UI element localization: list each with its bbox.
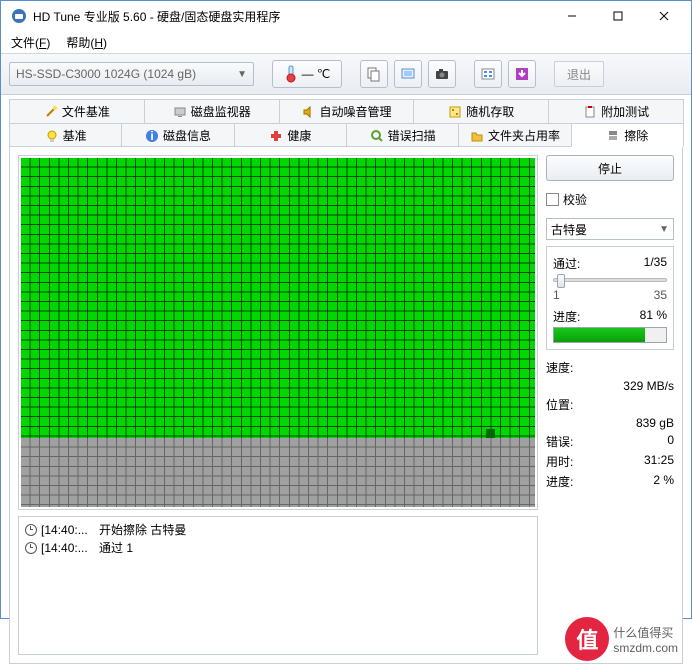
random-icon	[448, 105, 462, 119]
tab-random-access[interactable]: 随机存取	[413, 99, 549, 123]
pass-slider[interactable]	[553, 278, 667, 282]
log-line: [14:40:... 开始擦除 古特曼	[25, 521, 531, 539]
clock-icon	[25, 524, 37, 536]
tab-disk-monitor[interactable]: 磁盘监视器	[144, 99, 280, 123]
speaker-icon	[301, 105, 315, 119]
camera-icon	[434, 66, 450, 82]
method-select[interactable]: 古特曼 ▼	[546, 218, 674, 240]
chevron-down-icon: ▼	[659, 224, 669, 235]
screenshot-button[interactable]	[394, 60, 422, 88]
menu-file[interactable]: 文件(F)	[5, 32, 56, 53]
temperature-button[interactable]: — ℃	[272, 60, 342, 88]
tab-health[interactable]: 健康	[234, 123, 347, 147]
minimize-button[interactable]	[549, 1, 595, 31]
menu-help[interactable]: 帮助(H)	[60, 32, 113, 53]
tab-row-top: 文件基准 磁盘监视器 自动噪音管理 随机存取 附加测试	[9, 99, 683, 123]
progress-bar	[553, 327, 667, 343]
tab-area: 文件基准 磁盘监视器 自动噪音管理 随机存取 附加测试 基准 i磁盘信息 健康 …	[1, 95, 691, 147]
progress-value: 81 %	[640, 308, 667, 325]
stats-panel: 速度: 329 MB/s 位置: 839 gB 错误:0 用时:31:25 进度…	[546, 356, 674, 493]
block-map	[18, 155, 538, 510]
stat-speed: 329 MB/s	[623, 379, 674, 393]
stop-button[interactable]: 停止	[546, 155, 674, 181]
copy-icon	[366, 66, 382, 82]
tab-erase[interactable]: 擦除	[571, 123, 684, 147]
progress-label: 进度:	[553, 308, 580, 325]
temperature-value: — ℃	[302, 67, 331, 81]
toolbar: HS-SSD-C3000 1024G (1024 gB) ▼ — ℃ 退出	[1, 53, 691, 95]
content-pane: [14:40:... 开始擦除 古特曼 [14:40:... 通过 1 停止 校…	[9, 146, 683, 664]
tab-extra-tests[interactable]: 附加测试	[548, 99, 684, 123]
app-icon	[11, 8, 27, 24]
tab-error-scan[interactable]: 错误扫描	[346, 123, 459, 147]
copy-info-button[interactable]	[360, 60, 388, 88]
pass-label: 通过:	[553, 255, 580, 272]
stat-errors: 0	[667, 433, 674, 450]
verify-label: 校验	[563, 191, 587, 208]
camera-button[interactable]	[428, 60, 456, 88]
clipboard-icon	[583, 105, 597, 119]
info-icon: i	[145, 129, 159, 143]
bulb-icon	[45, 129, 59, 143]
stat-progress2: 2 %	[653, 473, 674, 490]
block-map-done	[21, 158, 535, 438]
search-icon	[370, 129, 384, 143]
menubar: 文件(F) 帮助(H)	[1, 31, 691, 53]
block-map-cursor	[486, 429, 495, 438]
exit-button[interactable]: 退出	[554, 61, 604, 87]
drive-select[interactable]: HS-SSD-C3000 1024G (1024 gB) ▼	[9, 62, 254, 86]
svg-text:i: i	[150, 129, 153, 143]
watermark-logo: 值	[565, 617, 609, 661]
maximize-button[interactable]	[595, 1, 641, 31]
chevron-down-icon: ▼	[237, 69, 247, 80]
tab-benchmark[interactable]: 基准	[9, 123, 122, 147]
titlebar: HD Tune 专业版 5.60 - 硬盘/固态硬盘实用程序	[1, 1, 691, 31]
tab-folder-usage[interactable]: 文件夹占用率	[458, 123, 571, 147]
save-button[interactable]	[508, 60, 536, 88]
watermark: 值 什么值得买smzdm.com	[565, 617, 678, 661]
monitor-icon	[173, 105, 187, 119]
copy-screen-icon	[400, 66, 416, 82]
options-button[interactable]	[474, 60, 502, 88]
save-icon	[514, 66, 530, 82]
pass-value: 1/35	[644, 255, 667, 272]
tab-row-bottom: 基准 i磁盘信息 健康 错误扫描 文件夹占用率 擦除	[9, 123, 683, 147]
options-icon	[480, 66, 496, 82]
close-button[interactable]	[641, 1, 687, 31]
verify-checkbox-row[interactable]: 校验	[546, 187, 674, 212]
log-box[interactable]: [14:40:... 开始擦除 古特曼 [14:40:... 通过 1	[18, 516, 538, 655]
folder-icon	[470, 129, 484, 143]
method-selected: 古特曼	[551, 221, 587, 238]
shredder-icon	[606, 128, 620, 142]
tab-aam[interactable]: 自动噪音管理	[279, 99, 415, 123]
slider-thumb[interactable]	[557, 274, 565, 288]
thermometer-icon	[284, 65, 298, 83]
drive-select-label: HS-SSD-C3000 1024G (1024 gB)	[16, 67, 196, 81]
tab-disk-info[interactable]: i磁盘信息	[121, 123, 234, 147]
window-title: HD Tune 专业版 5.60 - 硬盘/固态硬盘实用程序	[33, 8, 549, 25]
stat-position: 839 gB	[636, 416, 674, 430]
health-icon	[269, 129, 283, 143]
progress-fill	[554, 328, 645, 342]
clock-icon	[25, 542, 37, 554]
pass-panel: 通过:1/35 135 进度:81 %	[546, 246, 674, 350]
verify-checkbox[interactable]	[546, 193, 559, 206]
wand-icon	[44, 105, 58, 119]
log-line: [14:40:... 通过 1	[25, 539, 531, 557]
tab-file-benchmark[interactable]: 文件基准	[9, 99, 145, 123]
stat-time: 31:25	[644, 453, 674, 470]
block-map-pending	[21, 438, 535, 507]
